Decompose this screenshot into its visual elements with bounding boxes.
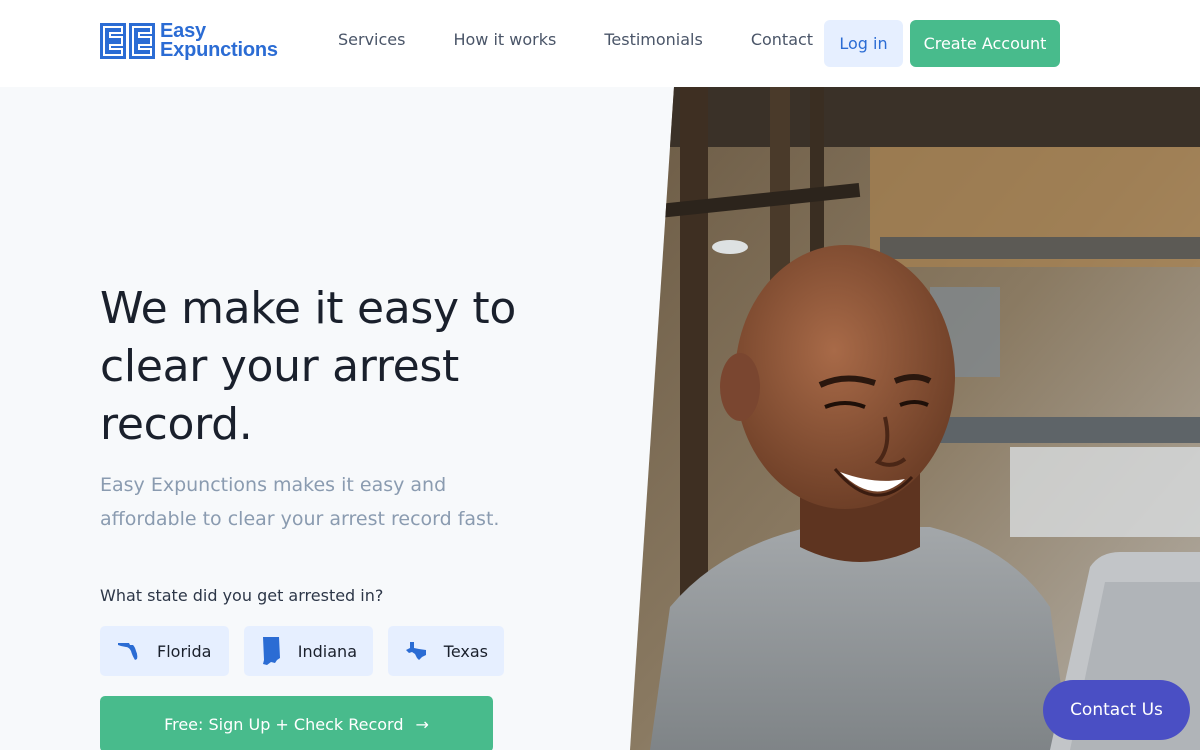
florida-map-icon [116, 636, 142, 666]
nav-link-testimonials[interactable]: Testimonials [604, 30, 703, 49]
man-with-laptop-image [630, 87, 1200, 750]
arrow-right-icon: → [415, 714, 429, 734]
indiana-map-icon [260, 636, 283, 666]
signup-check-record-button[interactable]: Free: Sign Up + Check Record → [100, 696, 493, 750]
brand-logo[interactable]: Easy Expunctions [100, 21, 278, 61]
logo-mark-icon [100, 23, 156, 59]
brand-name-line2: Expunctions [160, 39, 278, 61]
brand-name: Easy Expunctions [160, 21, 278, 61]
state-button-texas[interactable]: Texas [388, 626, 504, 676]
state-label-indiana: Indiana [297, 641, 357, 661]
cta-label: Free: Sign Up + Check Record [164, 714, 404, 734]
state-label-florida: Florida [157, 641, 212, 661]
contact-us-chat-button[interactable]: Contact Us [1043, 680, 1190, 740]
hero-photo [630, 87, 1200, 750]
state-label-texas: Texas [443, 641, 488, 661]
hero-title: We make it easy to clear your arrest rec… [100, 283, 516, 450]
hero-subtitle: Easy Expunctions makes it easy and affor… [100, 474, 500, 530]
create-account-button[interactable]: Create Account [910, 20, 1060, 67]
state-button-florida[interactable]: Florida [100, 626, 229, 676]
top-navbar: Easy Expunctions Services How it works T… [0, 0, 1200, 87]
login-button[interactable]: Log in [824, 20, 903, 67]
nav-link-how-it-works[interactable]: How it works [453, 30, 556, 49]
texas-map-icon [404, 636, 429, 666]
state-button-indiana[interactable]: Indiana [244, 626, 373, 676]
state-selector: Florida Indiana Texas [100, 626, 504, 676]
nav-link-services[interactable]: Services [338, 30, 405, 49]
nav-links: Services How it works Testimonials Conta… [338, 30, 813, 49]
state-question: What state did you get arrested in? [100, 586, 384, 605]
nav-link-contact[interactable]: Contact [751, 30, 813, 49]
